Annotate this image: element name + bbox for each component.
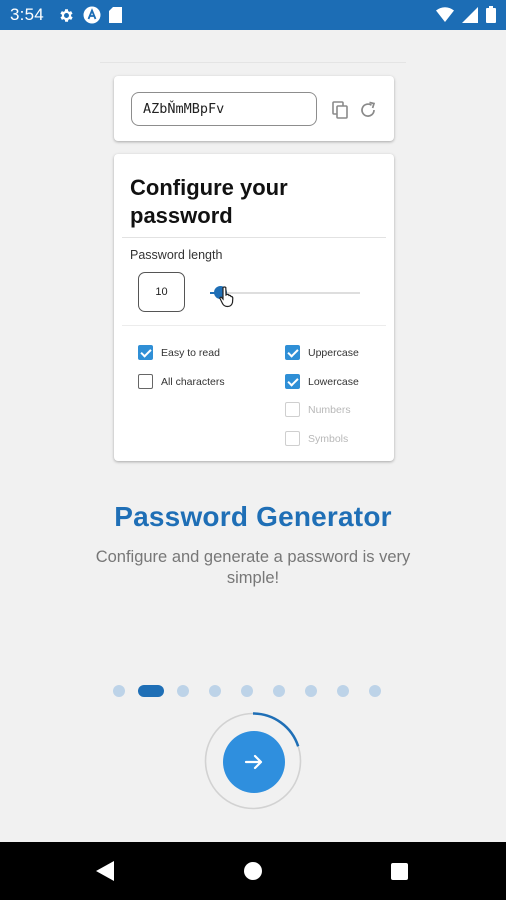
page-dot bbox=[209, 685, 221, 697]
arrow-right-icon bbox=[223, 751, 285, 773]
option-label: Symbols bbox=[308, 432, 349, 445]
page-dot bbox=[337, 685, 349, 697]
page-dot bbox=[305, 685, 317, 697]
back-triangle-icon[interactable] bbox=[96, 861, 114, 886]
length-input[interactable]: 10 bbox=[138, 272, 185, 312]
length-label: Password length bbox=[130, 248, 223, 262]
option-label: Uppercase bbox=[308, 346, 359, 359]
illustration-top-edge bbox=[100, 62, 406, 63]
recents-square-icon[interactable] bbox=[391, 863, 408, 880]
status-bar: 3:54 bbox=[0, 0, 506, 30]
onboarding-headline: Password Generator bbox=[114, 501, 392, 532]
pointer-hand-icon bbox=[218, 286, 236, 313]
option-uppercase[interactable]: Uppercase bbox=[285, 345, 359, 360]
option-all-characters[interactable]: All characters bbox=[138, 374, 225, 389]
checkbox-disabled bbox=[285, 402, 300, 417]
password-field[interactable]: AZbŇmMBpFv bbox=[131, 92, 317, 126]
navigation-bar bbox=[0, 842, 506, 900]
option-lowercase[interactable]: Lowercase bbox=[285, 374, 359, 389]
page-dot bbox=[369, 685, 381, 697]
page-dot bbox=[177, 685, 189, 697]
option-easy-to-read[interactable]: Easy to read bbox=[138, 345, 220, 360]
status-right-icons bbox=[436, 6, 496, 28]
page-dot-active bbox=[138, 685, 164, 697]
configure-card: Configure your password Password length … bbox=[114, 154, 394, 461]
option-label: All characters bbox=[161, 375, 225, 388]
page-indicator bbox=[113, 684, 403, 698]
checkbox-disabled bbox=[285, 431, 300, 446]
settings-gear-icon bbox=[58, 7, 75, 29]
wifi-icon bbox=[436, 6, 454, 28]
status-left-icons bbox=[58, 6, 122, 29]
password-preview-card: AZbŇmMBpFv bbox=[114, 76, 394, 141]
divider bbox=[122, 325, 386, 326]
checkbox-unchecked[interactable] bbox=[138, 374, 153, 389]
refresh-icon[interactable] bbox=[358, 100, 378, 125]
a-badge-icon bbox=[83, 6, 101, 29]
option-symbols: Symbols bbox=[285, 431, 348, 446]
status-time: 3:54 bbox=[10, 5, 44, 24]
sim-card-icon bbox=[109, 7, 122, 28]
page-dot bbox=[113, 685, 125, 697]
page-dot bbox=[241, 685, 253, 697]
home-circle-icon[interactable] bbox=[244, 862, 262, 880]
next-button[interactable] bbox=[223, 731, 285, 793]
checkbox-checked[interactable] bbox=[285, 374, 300, 389]
option-label: Numbers bbox=[308, 403, 351, 416]
onboarding-subtitle: Configure and generate a password is ver… bbox=[95, 548, 411, 587]
page-dot bbox=[273, 685, 285, 697]
option-label: Easy to read bbox=[161, 346, 220, 359]
battery-icon bbox=[486, 6, 496, 28]
divider bbox=[122, 237, 386, 238]
config-title: Configure your password bbox=[130, 175, 288, 228]
copy-icon[interactable] bbox=[332, 101, 350, 125]
option-label: Lowercase bbox=[308, 375, 359, 388]
checkbox-checked[interactable] bbox=[285, 345, 300, 360]
signal-icon bbox=[462, 6, 478, 28]
checkbox-checked[interactable] bbox=[138, 345, 153, 360]
option-numbers: Numbers bbox=[285, 402, 351, 417]
